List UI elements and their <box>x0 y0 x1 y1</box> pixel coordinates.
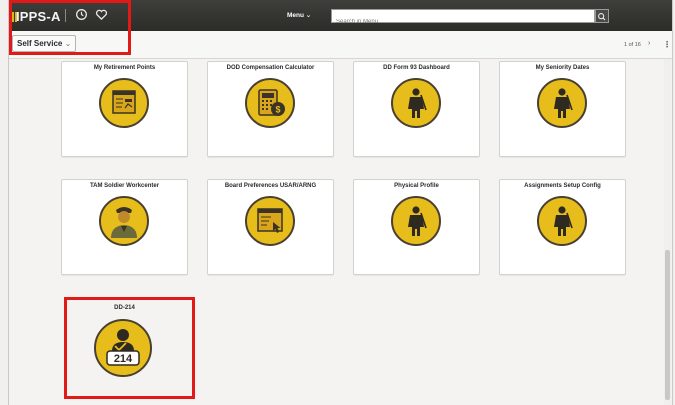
search-field[interactable] <box>331 9 595 28</box>
tile-title: DOD Compensation Calculator <box>226 65 315 71</box>
soldier-icon <box>391 78 441 128</box>
highlight-box-dd214 <box>64 297 195 399</box>
soldier-icon <box>391 196 441 246</box>
chevron-down-icon: ⌄ <box>305 12 312 19</box>
tile-dod-compensation-calculator[interactable]: DOD Compensation Calculator $ <box>207 61 334 157</box>
more-options-icon[interactable]: ⋮ <box>663 40 671 49</box>
search-input[interactable] <box>332 16 594 28</box>
tile-dd-form-93-dashboard[interactable]: DD Form 93 Dashboard <box>353 61 480 157</box>
tile-board-preferences-usar-arng[interactable]: Board Preferences USAR/ARNG <box>207 179 334 275</box>
next-page-icon[interactable]: › <box>648 40 650 47</box>
vertical-scrollbar-thumb[interactable] <box>665 250 670 400</box>
tile-title: Physical Profile <box>394 183 439 189</box>
tile-title: Board Preferences USAR/ARNG <box>224 183 317 189</box>
tile-my-retirement-points[interactable]: My Retirement Points <box>61 61 188 157</box>
calculator-icon: $ <box>245 78 295 128</box>
menu-label: Menu <box>287 12 304 19</box>
tile-physical-profile[interactable]: Physical Profile <box>353 179 480 275</box>
search-icon <box>598 13 606 21</box>
soldier-portrait-icon <box>99 196 149 246</box>
tile-title: TAM Soldier Workcenter <box>89 183 160 189</box>
tile-tam-soldier-workcenter[interactable]: TAM Soldier Workcenter <box>61 179 188 275</box>
search-button[interactable] <box>595 9 609 23</box>
tile-title: My Retirement Points <box>93 65 156 71</box>
soldier-icon <box>537 78 587 128</box>
highlight-box-header <box>9 0 131 55</box>
soldier-icon <box>537 196 587 246</box>
page-counter: 1 of 16 <box>624 42 641 48</box>
tile-assignments-setup-config[interactable]: Assignments Setup Config <box>499 179 626 275</box>
menu-dropdown[interactable]: Menu ⌄ <box>287 11 311 19</box>
svg-text:$: $ <box>275 105 280 115</box>
tile-title: DD Form 93 Dashboard <box>383 65 450 71</box>
tile-title: Assignments Setup Config <box>524 183 601 189</box>
tile-title: My Seniority Dates <box>535 65 590 71</box>
retirement-points-icon <box>99 78 149 128</box>
board-preferences-icon <box>245 196 295 246</box>
app-frame: IPPS-A Menu ⌄ Self Service ⌄ 1 of 1 <box>8 0 673 405</box>
tile-my-seniority-dates[interactable]: My Seniority Dates <box>499 61 626 157</box>
